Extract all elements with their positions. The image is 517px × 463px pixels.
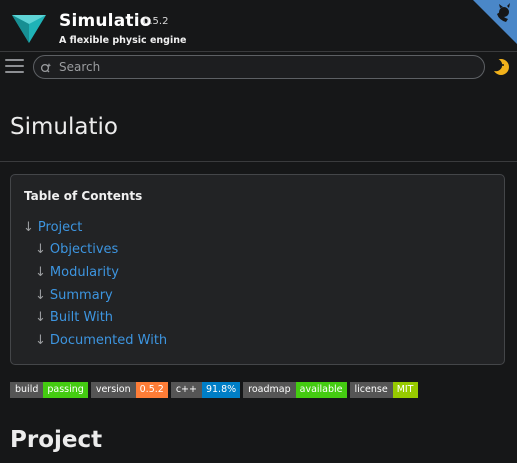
badge-language[interactable]: c++ 91.8% — [170, 382, 241, 398]
toc-item-documented-with[interactable]: ↓ Documented With — [35, 333, 167, 348]
badge-value: 91.8% — [201, 382, 241, 398]
arrow-down-icon: ↓ — [35, 288, 46, 303]
badge-label: license — [349, 382, 393, 398]
toc-item-project[interactable]: ↓ Project — [23, 220, 82, 235]
section-title-project: Project — [10, 427, 103, 453]
search-box[interactable] — [33, 55, 485, 79]
triangle-logo-icon[interactable] — [11, 10, 47, 46]
brand-title[interactable]: Simulatio — [59, 11, 152, 31]
toc-item-modularity[interactable]: ↓ Modularity — [35, 265, 119, 280]
github-cat-icon[interactable] — [473, 0, 517, 44]
toc-item-label: Objectives — [49, 242, 119, 257]
badge-label: roadmap — [243, 382, 296, 398]
badge-build[interactable]: build passing — [10, 382, 88, 398]
toc-title: Table of Contents — [24, 189, 143, 203]
toc-item-summary[interactable]: ↓ Summary — [35, 288, 113, 303]
badge-label: build — [10, 382, 44, 398]
toc-item-objectives[interactable]: ↓ Objectives — [35, 242, 118, 257]
search-row — [0, 53, 517, 83]
toc-item-label: Project — [37, 220, 83, 235]
header: Simulatio 0.5.2 A flexible physic engine — [0, 0, 517, 52]
arrow-down-icon: ↓ — [35, 310, 46, 325]
table-of-contents: Table of Contents ↓ Project ↓ Objectives ↓… — [10, 174, 505, 365]
toc-item-label: Documented With — [49, 333, 168, 348]
title-divider — [0, 161, 517, 162]
badge-roadmap[interactable]: roadmap available — [243, 382, 347, 398]
brand-subtitle: A flexible physic engine — [59, 35, 187, 46]
hamburger-menu-icon[interactable] — [5, 59, 24, 75]
page: Simulatio 0.5.2 A flexible physic engine — [0, 0, 517, 463]
badge-value: 0.5.2 — [135, 382, 168, 398]
badge-value: MIT — [392, 382, 418, 398]
toc-item-label: Summary — [49, 288, 113, 303]
toc-item-label: Built With — [49, 310, 114, 325]
badge-value: available — [295, 382, 347, 398]
badge-row: build passing version 0.5.2 c++ 91.8% ro… — [10, 382, 418, 398]
arrow-down-icon: ↓ — [35, 265, 46, 280]
badge-version[interactable]: version 0.5.2 — [90, 382, 168, 398]
arrow-down-icon: ↓ — [35, 333, 46, 348]
search-icon — [40, 63, 52, 73]
badge-license[interactable]: license MIT — [349, 382, 418, 398]
toc-item-label: Modularity — [49, 265, 119, 280]
arrow-down-icon: ↓ — [23, 220, 34, 235]
moon-theme-icon[interactable] — [492, 58, 510, 76]
arrow-down-icon: ↓ — [35, 242, 46, 257]
badge-value: passing — [43, 382, 88, 398]
brand-version: 0.5.2 — [143, 16, 169, 27]
badge-label: version — [90, 382, 136, 398]
search-input[interactable] — [59, 58, 479, 76]
badge-label: c++ — [170, 382, 202, 398]
toc-item-built-with[interactable]: ↓ Built With — [35, 310, 113, 325]
page-title: Simulatio — [10, 114, 118, 140]
